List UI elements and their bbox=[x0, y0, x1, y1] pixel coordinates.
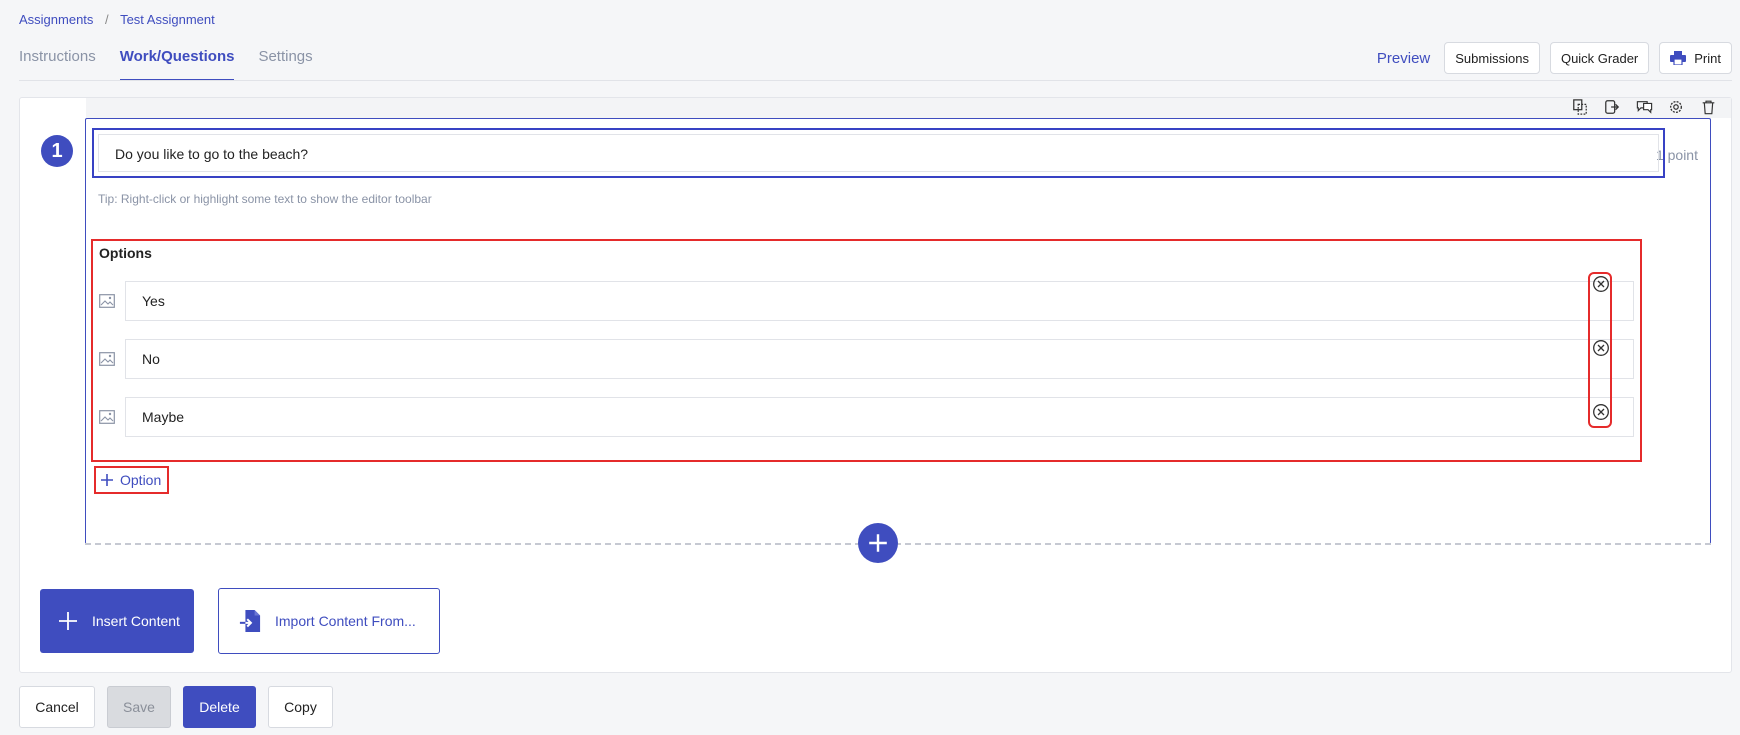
tab-bar: Instructions Work/Questions Settings bbox=[19, 48, 313, 81]
settings-gear-icon[interactable] bbox=[1667, 98, 1685, 116]
printer-icon bbox=[1670, 51, 1687, 65]
tab-settings[interactable]: Settings bbox=[258, 48, 312, 81]
header-actions: Preview Submissions Quick Grader Print bbox=[1377, 42, 1732, 74]
image-icon[interactable] bbox=[99, 294, 115, 308]
save-button[interactable]: Save bbox=[107, 686, 171, 728]
question-number-badge: 1 bbox=[41, 135, 73, 167]
print-label: Print bbox=[1694, 50, 1721, 66]
plus-icon bbox=[101, 474, 113, 486]
image-icon[interactable] bbox=[99, 352, 115, 366]
breadcrumb: Assignments / Test Assignment bbox=[19, 12, 215, 27]
breadcrumb-current[interactable]: Test Assignment bbox=[120, 12, 215, 27]
insert-content-label: Insert Content bbox=[92, 613, 180, 629]
breadcrumb-assignments-link[interactable]: Assignments bbox=[19, 12, 93, 27]
breadcrumb-separator: / bbox=[105, 12, 109, 27]
question-editor-frame: 1 point Do you like to go to the beach? … bbox=[85, 118, 1711, 544]
add-option-label: Option bbox=[120, 472, 162, 488]
options-heading: Options bbox=[99, 245, 152, 261]
trash-icon[interactable] bbox=[1699, 98, 1717, 116]
footer-actions: Cancel Save Delete Copy bbox=[19, 686, 333, 728]
image-icon[interactable] bbox=[99, 410, 115, 424]
option-input-yes[interactable]: Yes bbox=[125, 281, 1634, 321]
comment-icon[interactable] bbox=[1635, 98, 1653, 116]
remove-option-icon[interactable] bbox=[1592, 339, 1610, 357]
option-input-no[interactable]: No bbox=[125, 339, 1634, 379]
cancel-button[interactable]: Cancel bbox=[19, 686, 95, 728]
tab-work-questions[interactable]: Work/Questions bbox=[119, 48, 235, 81]
tab-instructions[interactable]: Instructions bbox=[19, 48, 96, 81]
import-content-label: Import Content From... bbox=[275, 613, 416, 629]
add-option-button[interactable]: Option bbox=[94, 466, 169, 494]
insert-content-button[interactable]: Insert Content bbox=[40, 589, 194, 653]
remove-option-icon[interactable] bbox=[1592, 403, 1610, 421]
question-tools bbox=[1571, 98, 1717, 116]
remove-option-icon[interactable] bbox=[1592, 275, 1610, 293]
option-input-maybe[interactable]: Maybe bbox=[125, 397, 1634, 437]
duplicate-icon[interactable] bbox=[1571, 98, 1589, 116]
submissions-button[interactable]: Submissions bbox=[1444, 42, 1540, 74]
preview-link[interactable]: Preview bbox=[1377, 50, 1430, 67]
import-content-button[interactable]: Import Content From... bbox=[218, 588, 440, 654]
editor-tip: Tip: Right-click or highlight some text … bbox=[98, 192, 432, 206]
plus-icon bbox=[59, 612, 77, 630]
add-question-button[interactable] bbox=[858, 523, 898, 563]
page: Assignments / Test Assignment Instructio… bbox=[0, 0, 1740, 735]
print-button[interactable]: Print bbox=[1659, 42, 1732, 74]
option-row: No bbox=[93, 339, 1640, 379]
delete-button[interactable]: Delete bbox=[183, 686, 256, 728]
question-text-field[interactable]: Do you like to go to the beach? bbox=[98, 134, 1659, 172]
question-divider bbox=[85, 543, 1711, 545]
plus-icon bbox=[869, 534, 887, 552]
option-row: Yes bbox=[93, 281, 1640, 321]
question-text-highlight: Do you like to go to the beach? bbox=[92, 128, 1665, 178]
question-toolbar bbox=[86, 98, 1731, 118]
question-card: 1 1 point Do you like to go to the beach… bbox=[19, 97, 1732, 673]
copy-button[interactable]: Copy bbox=[268, 686, 333, 728]
quick-grader-button[interactable]: Quick Grader bbox=[1549, 42, 1650, 74]
file-import-icon bbox=[239, 610, 261, 632]
move-icon[interactable] bbox=[1603, 98, 1621, 116]
remove-options-column bbox=[1588, 272, 1612, 428]
option-row: Maybe bbox=[93, 397, 1640, 437]
tab-divider bbox=[19, 80, 1732, 81]
options-section: Options Yes No Maybe bbox=[91, 239, 1642, 462]
